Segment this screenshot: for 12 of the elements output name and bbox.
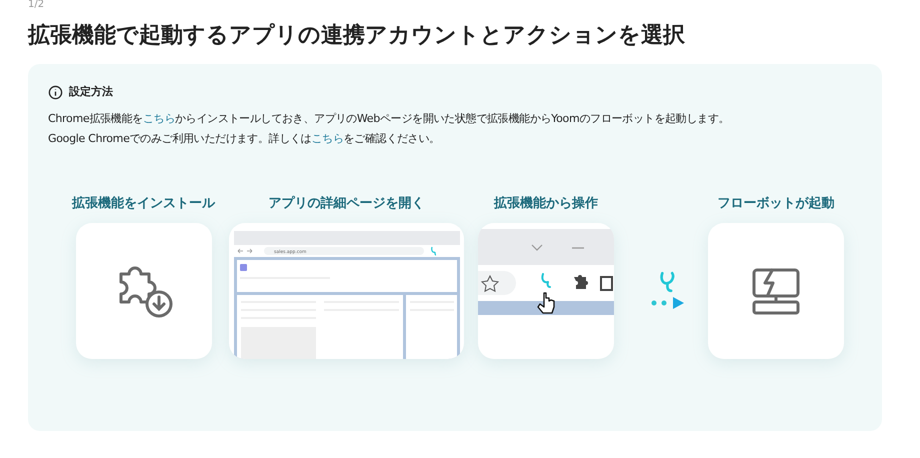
instruction-text: Chrome拡張機能をこちらからインストールしておき、アプリのWebページを開いた状態で拡張機能からYoomのフローボットを起動します。 xyxy=(48,110,730,126)
here-link[interactable]: こちら xyxy=(142,112,175,124)
step-label: 拡張機能をインストール xyxy=(72,194,215,212)
info-icon xyxy=(48,84,63,100)
step-label: 拡張機能から操作 xyxy=(494,194,598,212)
page-title: 拡張機能で起動するアプリの連携アカウントとアクションを選択 xyxy=(28,22,686,50)
section-heading: 設定方法 xyxy=(69,84,113,100)
instruction-text: Google Chromeでのみご利用いただけます。詳しくはこちらをご確認ください。 xyxy=(48,130,441,146)
arrow-icon xyxy=(651,296,685,308)
step-label: フローボットが起動 xyxy=(718,194,834,212)
here-link[interactable]: こちら xyxy=(311,132,344,144)
step-label: アプリの詳細ページを開く xyxy=(268,194,424,212)
